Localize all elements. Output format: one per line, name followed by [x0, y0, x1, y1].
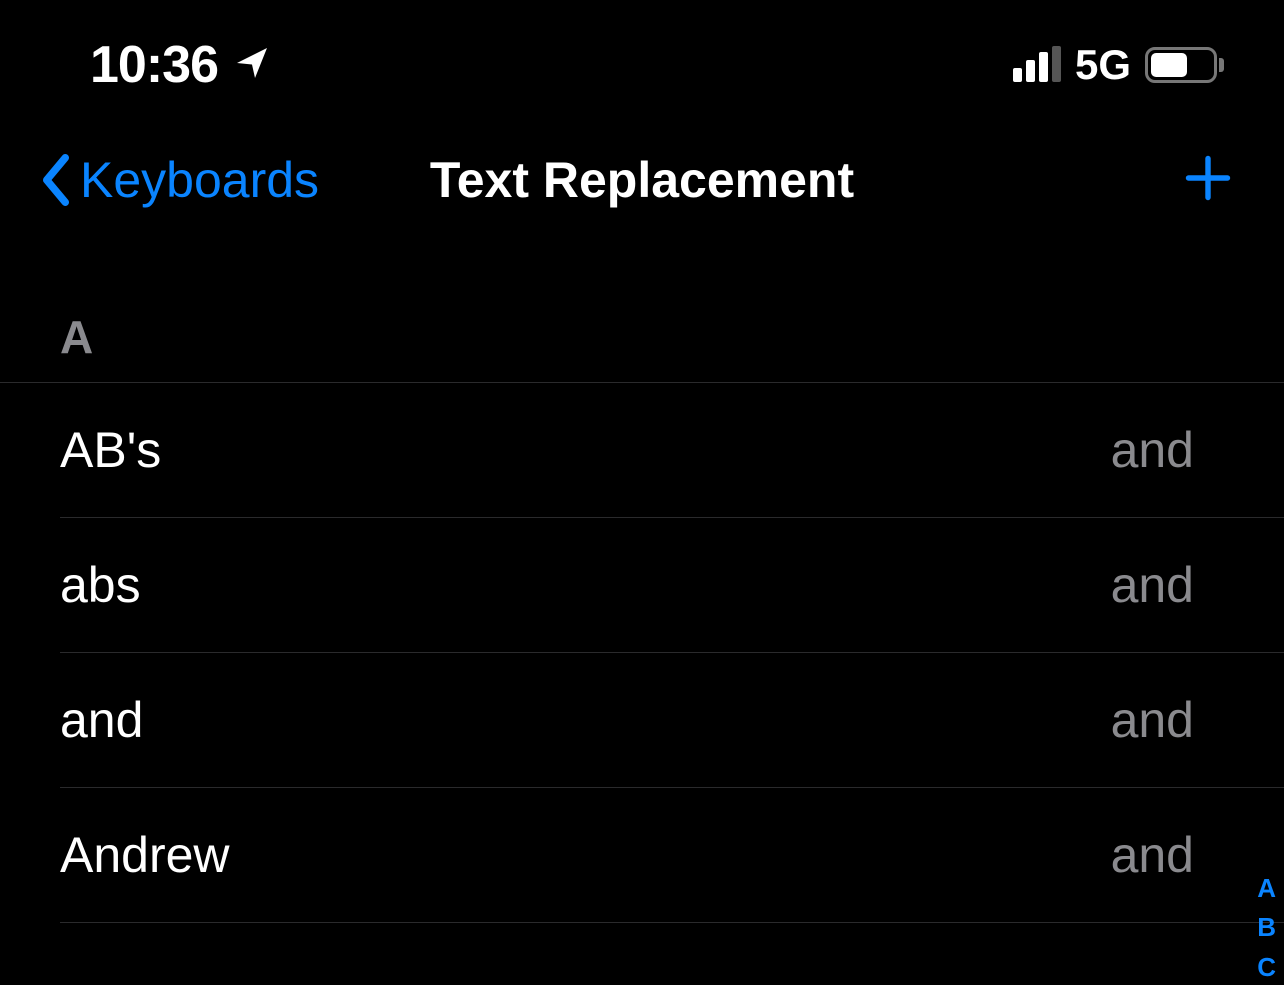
status-bar: 10:36 5G: [0, 0, 1284, 110]
row-phrase: AB's: [60, 421, 161, 479]
list-row[interactable]: AB's and: [0, 383, 1284, 517]
cellular-signal-icon: [1013, 48, 1061, 82]
alphabet-index-bar[interactable]: A B C: [1257, 872, 1276, 985]
status-right: 5G: [1013, 41, 1224, 89]
add-button[interactable]: [1182, 152, 1234, 209]
battery-icon: [1145, 47, 1224, 83]
navigation-bar: Keyboards Text Replacement: [0, 110, 1284, 240]
row-phrase: Andrew: [60, 826, 230, 884]
status-left: 10:36: [90, 35, 270, 95]
content-area: A AB's and abs and and and Andrew and: [0, 240, 1284, 923]
back-label: Keyboards: [80, 151, 319, 209]
index-letter[interactable]: A: [1257, 872, 1276, 906]
row-phrase: and: [60, 691, 143, 749]
back-button[interactable]: Keyboards: [40, 151, 319, 209]
divider: [60, 922, 1284, 923]
location-services-icon: [230, 45, 270, 86]
chevron-left-icon: [40, 154, 72, 206]
section-header-label: A: [60, 311, 93, 363]
row-shortcut: and: [1111, 421, 1194, 479]
list-row[interactable]: and and: [0, 653, 1284, 787]
page-title: Text Replacement: [430, 151, 854, 209]
list-row[interactable]: abs and: [0, 518, 1284, 652]
network-type: 5G: [1075, 41, 1131, 89]
row-shortcut: and: [1111, 826, 1194, 884]
status-time: 10:36: [90, 35, 218, 95]
list-row[interactable]: Andrew and: [0, 788, 1284, 922]
section-header: A: [0, 310, 1284, 383]
row-shortcut: and: [1111, 556, 1194, 614]
row-phrase: abs: [60, 556, 141, 614]
index-letter[interactable]: C: [1257, 951, 1276, 985]
index-letter[interactable]: B: [1257, 911, 1276, 945]
plus-icon: [1182, 152, 1234, 204]
row-shortcut: and: [1111, 691, 1194, 749]
